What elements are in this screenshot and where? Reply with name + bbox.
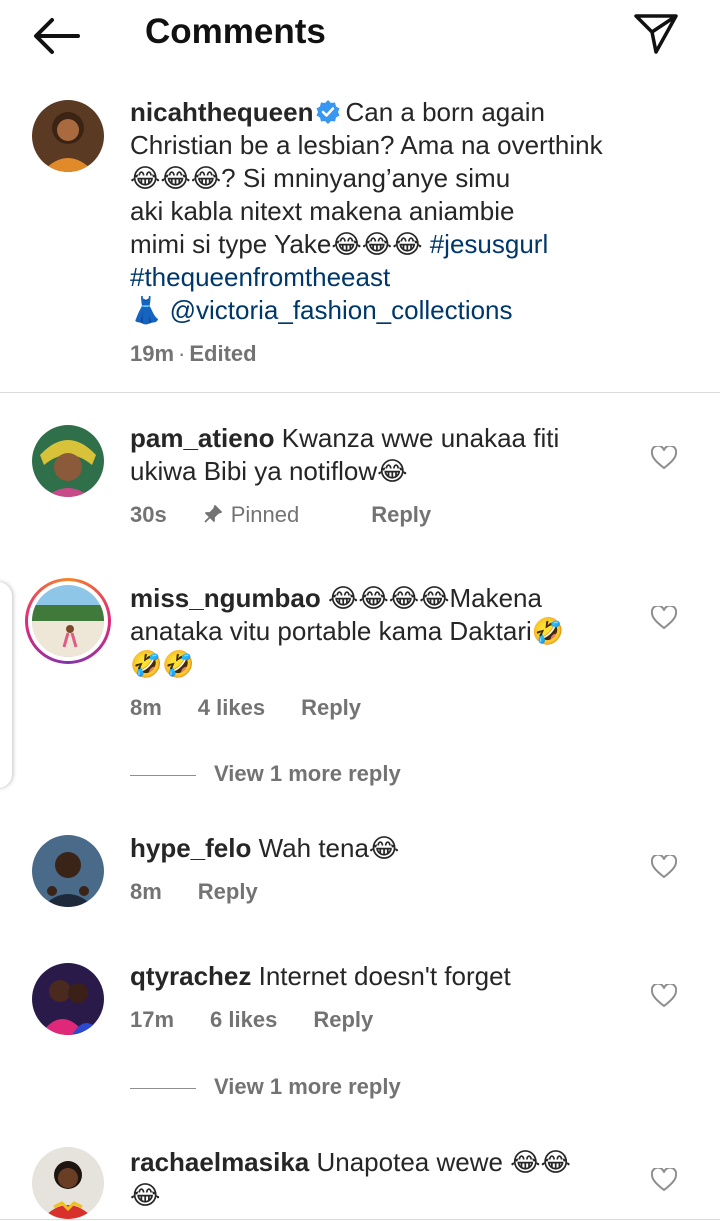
view-more-label: View 1 more reply [214,1074,401,1099]
avatar[interactable] [32,425,104,497]
timestamp: 17m [130,1007,175,1032]
verified-badge-icon [316,100,340,124]
back-button[interactable] [30,14,82,58]
side-drawer-handle[interactable] [0,582,12,788]
comment-username[interactable]: hype_felo [130,833,251,863]
caption-line: Can a born again [345,97,545,127]
bottom-divider [0,1219,720,1220]
comment-body: Wah tena😂 [258,833,400,863]
avatar[interactable] [32,963,104,1035]
comment-username[interactable]: pam_atieno [130,423,275,453]
comment-text: hype_felo Wah tena😂 [130,832,650,865]
timestamp: 8m [130,695,162,720]
caption-username[interactable]: nicahthequeen [130,97,313,127]
caption-line: Christian be a lesbian? Ama na overthink [130,130,603,160]
comment-body: 😂😂😂😂Makena [327,583,542,613]
heart-icon[interactable] [651,1168,677,1192]
comment-username[interactable]: rachaelmasika [130,1147,309,1177]
caption-line: mimi si type Yake😂😂😂 [130,229,423,259]
heart-icon[interactable] [651,984,677,1008]
reply-button[interactable]: Reply [198,879,258,904]
timestamp: 30s [130,502,167,527]
view-more-label: View 1 more reply [214,761,401,786]
timestamp: 19m [130,341,175,366]
avatar-image [32,425,104,497]
comment-meta: 8m 4 likes Reply [130,695,397,721]
avatar[interactable] [32,1147,104,1219]
divider [0,392,720,393]
thread-line [130,775,196,776]
comment-body: Unapotea wewe 😂😂 [316,1147,571,1177]
mention-link[interactable]: @victoria_fashion_collections [170,295,513,325]
comment-body: Kwanza wwe unakaa fiti [281,423,560,453]
pinned-label: Pinned [203,502,336,527]
timestamp: 8m [130,879,162,904]
reply-button[interactable]: Reply [371,502,431,527]
hashtag-link[interactable]: #thequeenfromtheeast [130,262,390,292]
likes-count[interactable]: 6 likes [210,1007,277,1032]
comment-text: miss_ngumbao 😂😂😂😂Makena anataka vitu por… [130,582,650,681]
heart-icon[interactable] [651,606,677,630]
comment-username[interactable]: miss_ngumbao [130,583,321,613]
avatar [32,585,104,657]
pin-icon [204,505,222,523]
comment-text: pam_atieno Kwanza wwe unakaa fiti ukiwa … [130,422,650,488]
heart-icon[interactable] [651,446,677,470]
reply-button[interactable]: Reply [301,695,361,720]
thread-line [130,1088,196,1089]
top-bar: Comments [0,0,720,70]
pinned-text: Pinned [230,502,300,527]
comment-body: Internet doesn't forget [258,961,511,991]
caption-text: nicahthequeen Can a born again Christian … [130,96,650,327]
likes-count[interactable]: 4 likes [198,695,265,720]
avatar-image [32,100,104,172]
comment-body: ukiwa Bibi ya notiflow😂 [130,456,408,486]
view-more-replies[interactable]: View 1 more reply [130,1074,430,1104]
avatar-image [32,585,104,657]
comment-text: rachaelmasika Unapotea wewe 😂😂 😂 [130,1146,650,1212]
share-button[interactable] [632,12,680,56]
comment-body: 😂 [130,1180,161,1210]
hashtag-link[interactable]: #jesusgurl [430,229,549,259]
edited-label: Edited [189,341,257,366]
separator: · [178,341,186,366]
avatar-image [32,1147,104,1219]
arrow-left-icon [34,18,80,54]
comment-meta: 30s Pinned Reply [130,502,467,528]
avatar[interactable] [32,835,104,907]
reply-button[interactable]: Reply [313,1007,373,1032]
paper-plane-icon [634,14,678,54]
avatar[interactable] [32,100,104,172]
comment-meta: 8m Reply [130,879,294,905]
story-ring[interactable] [25,578,111,664]
caption-meta: 19m · Edited [130,341,293,367]
comment-text: qtyrachez Internet doesn't forget [130,960,650,993]
caption-line: aki kabla nitext makena aniambie [130,196,515,226]
comment-body: 🤣🤣 [130,649,195,679]
avatar-image [32,835,104,907]
comment-username[interactable]: qtyrachez [130,961,251,991]
comment-meta: 17m 6 likes Reply [130,1007,409,1033]
comment-body: anataka vitu portable kama Daktari🤣 [130,616,565,646]
heart-icon[interactable] [651,855,677,879]
avatar-image [32,963,104,1035]
view-more-replies[interactable]: View 1 more reply [130,761,430,791]
dress-emoji-icon: 👗 [130,295,163,325]
caption-line: 😂😂😂? Si mninyang’anye simu [130,163,511,193]
page-title: Comments [145,12,326,51]
